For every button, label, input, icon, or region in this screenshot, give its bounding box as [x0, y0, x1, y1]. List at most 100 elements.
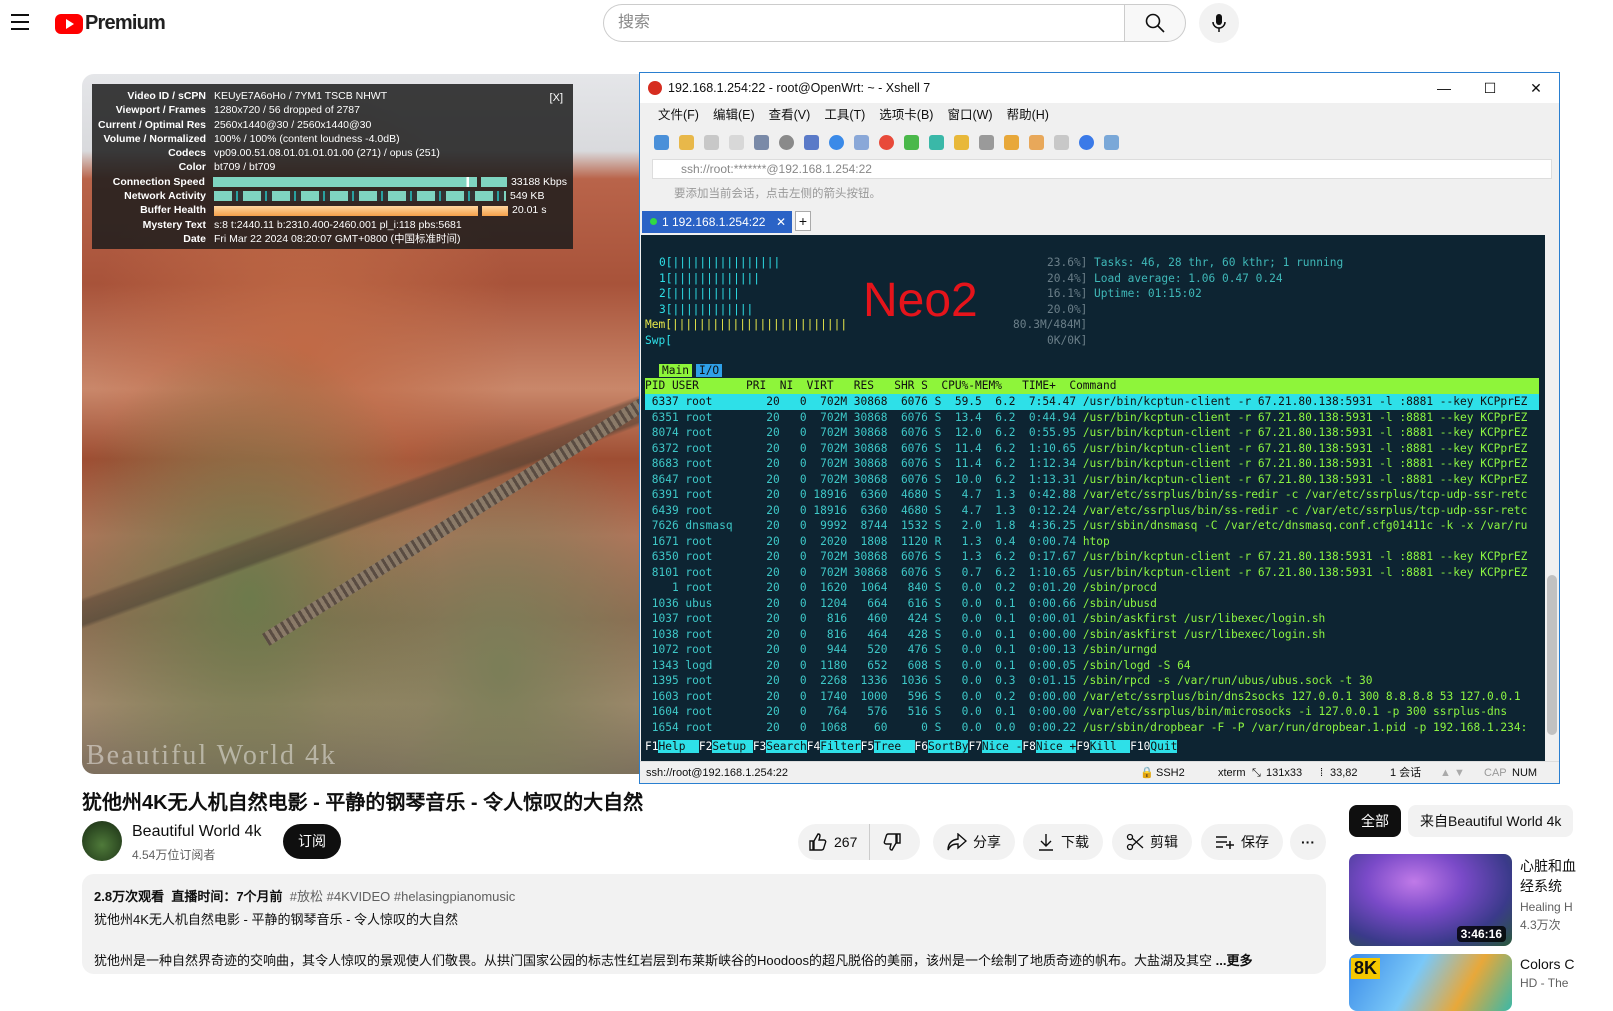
tab-close-icon[interactable]: ✕ [776, 211, 786, 233]
xshell-window[interactable]: 192.168.1.254:22 - root@OpenWrt: ~ - Xsh… [639, 72, 1560, 784]
process-row[interactable]: 8683 root 20 0 702M 30868 6076 S 11.4 6.… [645, 456, 1539, 472]
menu-tabs[interactable]: 选项卡(B) [879, 104, 933, 126]
save-button[interactable]: 保存 [1201, 824, 1283, 860]
open-folder-icon[interactable] [679, 134, 694, 150]
video-thumbnail[interactable]: 8K [1349, 954, 1512, 1011]
tunnel-icon[interactable] [904, 134, 919, 150]
process-row[interactable]: 6372 root 20 0 702M 30868 6076 S 11.4 6.… [645, 441, 1539, 457]
function-key-label[interactable]: Setup [712, 740, 753, 753]
layout-icon[interactable] [804, 134, 819, 150]
process-row[interactable]: 1343 logd 20 0 1180 652 608 S 0.0 0.1 0:… [645, 658, 1539, 674]
stats-close-button[interactable]: [X] [550, 92, 563, 104]
find-icon[interactable] [779, 134, 794, 150]
video-thumbnail[interactable]: 3:46:16 [1349, 854, 1512, 946]
process-row[interactable]: 6351 root 20 0 702M 30868 6076 S 13.4 6.… [645, 410, 1539, 426]
menu-icon[interactable] [11, 14, 29, 30]
process-row[interactable]: 6350 root 20 0 702M 30868 6076 S 1.3 6.2… [645, 549, 1539, 565]
function-key-label[interactable]: Tree [874, 740, 915, 753]
hashtag[interactable]: #4KVIDEO [327, 889, 391, 904]
minimize-button[interactable]: — [1421, 73, 1467, 103]
chat-icon[interactable] [1104, 134, 1119, 150]
terminal[interactable]: 0[|||||||||||||||| 1[||||||||||||| 2[|||… [641, 235, 1546, 763]
keyboard-icon[interactable] [979, 134, 994, 150]
video-title-line2[interactable]: HD - The [1520, 976, 1568, 990]
channel-name[interactable]: Beautiful World 4k [132, 823, 262, 841]
process-row[interactable]: 6391 root 20 0 18916 6360 4680 S 4.7 1.3… [645, 487, 1539, 503]
chip-from-channel[interactable]: 来自Beautiful World 4k [1408, 805, 1574, 837]
video-channel[interactable]: Healing H [1520, 900, 1573, 914]
properties-icon[interactable] [754, 134, 769, 150]
menu-file[interactable]: 文件(F) [658, 104, 699, 126]
lock-icon[interactable] [954, 134, 969, 150]
session-tab[interactable]: 1 192.168.1.254:22 ✕ [642, 211, 792, 233]
menu-edit[interactable]: 编辑(E) [713, 104, 755, 126]
function-key-label[interactable]: Quit [1150, 740, 1178, 753]
new-session-icon[interactable] [654, 134, 669, 150]
process-table-header[interactable]: PID USER PRI NI VIRT RES SHR S CPU%-MEM%… [645, 378, 1539, 394]
xshell-titlebar[interactable]: 192.168.1.254:22 - root@OpenWrt: ~ - Xsh… [640, 73, 1559, 103]
highlight-icon[interactable] [1004, 134, 1019, 150]
function-key-label[interactable]: SortBy [928, 740, 969, 753]
video-title[interactable]: 心脏和血 [1520, 856, 1576, 876]
process-row[interactable]: 7626 dnsmasq 20 0 9992 8744 1532 S 2.0 1… [645, 518, 1539, 534]
clip-button[interactable]: 剪辑 [1112, 824, 1192, 860]
process-row[interactable]: 6337 root 20 0 702M 30868 6076 S 59.5 6.… [645, 394, 1539, 410]
address-bar[interactable]: ssh://root:*******@192.168.1.254:22 [652, 159, 1552, 179]
xftp-icon[interactable] [879, 134, 894, 150]
htop-tab-main[interactable]: Main [659, 364, 692, 377]
reconnect-icon[interactable] [729, 134, 744, 150]
globe-icon[interactable] [829, 134, 844, 150]
download-button[interactable]: 下载 [1023, 824, 1103, 860]
chip-all[interactable]: 全部 [1349, 805, 1401, 837]
scrollbar-thumb[interactable] [1547, 575, 1557, 735]
video-title[interactable]: Colors C [1520, 956, 1574, 972]
menu-help[interactable]: 帮助(H) [1007, 104, 1049, 126]
more-actions-button[interactable]: ··· [1290, 824, 1326, 860]
maximize-button[interactable]: ☐ [1467, 73, 1513, 103]
process-row[interactable]: 1671 root 20 0 2020 1808 1120 R 1.3 0.4 … [645, 534, 1539, 550]
voice-search-button[interactable] [1199, 3, 1239, 43]
subscribe-button[interactable]: 订阅 [283, 824, 341, 859]
menu-tools[interactable]: 工具(T) [824, 104, 865, 126]
function-key-label[interactable]: Help [658, 740, 699, 753]
terminal-scrollbar[interactable] [1545, 235, 1559, 763]
channel-avatar[interactable] [82, 821, 122, 861]
youtube-logo[interactable]: Premium [55, 12, 166, 35]
panel-icon[interactable] [1054, 134, 1069, 150]
share-button[interactable]: 分享 [933, 824, 1015, 860]
hashtag[interactable]: #helasingpianomusic [394, 889, 515, 904]
process-row[interactable]: 8647 root 20 0 702M 30868 6076 S 10.0 6.… [645, 472, 1539, 488]
video-title-line2[interactable]: 经系统 [1520, 876, 1562, 896]
menu-window[interactable]: 窗口(W) [947, 104, 992, 126]
disconnect-icon[interactable] [704, 134, 719, 150]
function-key-label[interactable]: Search [766, 740, 807, 753]
function-key-label[interactable]: Filter [820, 740, 861, 753]
function-key-label[interactable]: Nice + [1035, 740, 1077, 753]
process-row[interactable]: 1604 root 20 0 764 576 516 S 0.0 0.1 0:0… [645, 704, 1539, 720]
menu-view[interactable]: 查看(V) [769, 104, 811, 126]
session-nav-icon[interactable]: ▲ ▼ [1440, 762, 1465, 784]
htop-tab-io[interactable]: I/O [695, 364, 723, 377]
process-row[interactable]: 1603 root 20 0 1740 1000 596 S 0.0 0.2 0… [645, 689, 1539, 705]
process-row[interactable]: 1037 root 20 0 816 460 424 S 0.0 0.1 0:0… [645, 611, 1539, 627]
process-row[interactable]: 6439 root 20 0 18916 6360 4680 S 4.7 1.3… [645, 503, 1539, 519]
search-input[interactable]: 搜索 [603, 4, 1125, 42]
help-icon[interactable] [1079, 134, 1094, 150]
close-button[interactable]: ✕ [1513, 73, 1559, 103]
process-row[interactable]: 8101 root 20 0 702M 30868 6076 S 0.7 6.2… [645, 565, 1539, 581]
hashtag[interactable]: #放松 [290, 889, 323, 904]
fullscreen-icon[interactable] [929, 134, 944, 150]
process-row[interactable]: 1654 root 20 0 1068 60 0 S 0.0 0.0 0:00.… [645, 720, 1539, 736]
new-tab-button[interactable]: + [795, 211, 811, 231]
process-row[interactable]: 1072 root 20 0 944 520 476 S 0.0 0.1 0:0… [645, 642, 1539, 658]
dislike-button[interactable] [870, 832, 908, 852]
description-box[interactable]: 2.8万次观看 直播时间：7个月前 #放松 #4KVIDEO #helasing… [82, 874, 1326, 974]
search-button[interactable] [1124, 4, 1186, 42]
process-row[interactable]: 1038 root 20 0 816 464 428 S 0.0 0.1 0:0… [645, 627, 1539, 643]
font-icon[interactable] [854, 134, 869, 150]
function-key-label[interactable]: Nice - [981, 740, 1023, 753]
process-row[interactable]: 1395 root 20 0 2268 1336 1036 S 0.0 0.3 … [645, 673, 1539, 689]
function-key-label[interactable]: Kill [1089, 740, 1131, 753]
like-button[interactable]: 267 [808, 824, 871, 860]
compose-icon[interactable] [1029, 134, 1044, 150]
